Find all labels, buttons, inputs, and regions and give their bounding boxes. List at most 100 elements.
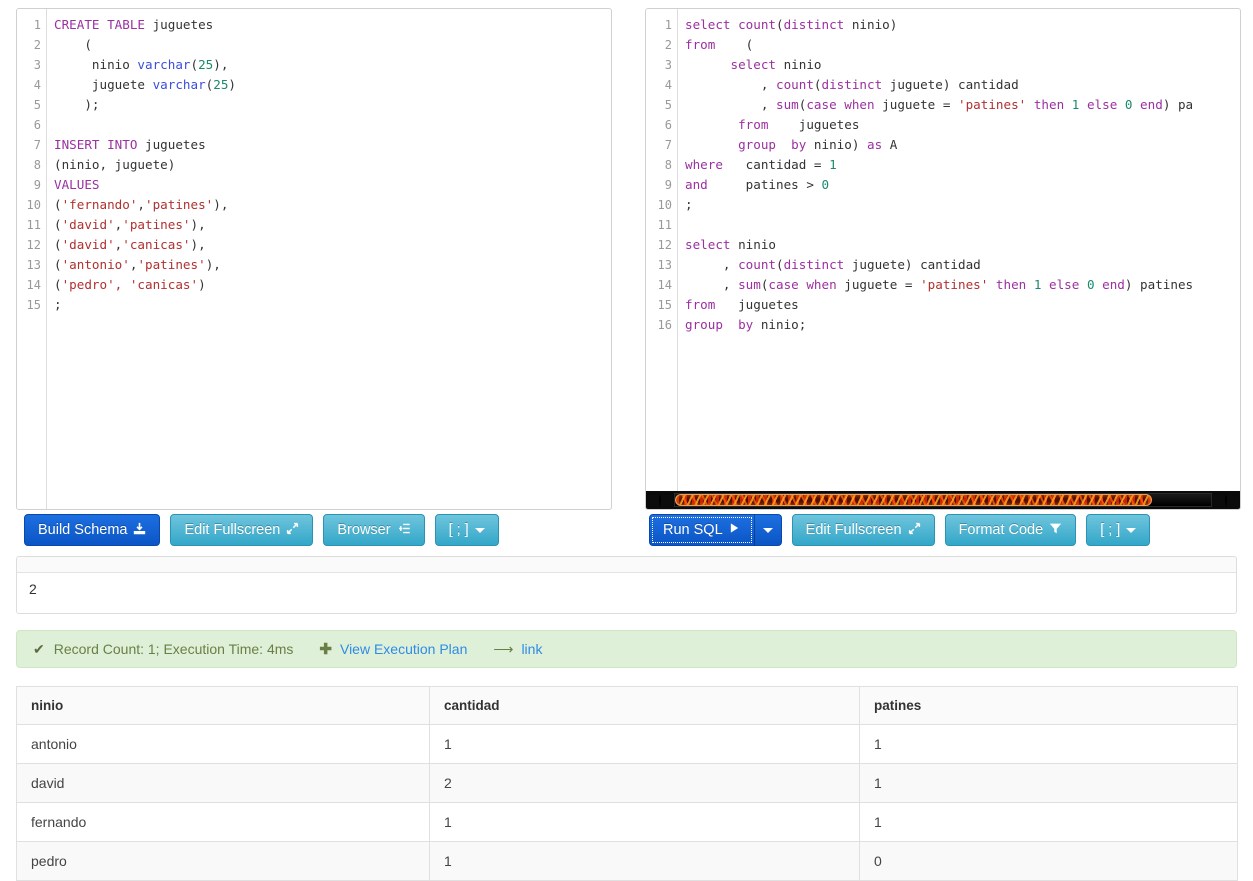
- code-token: ) pa: [1162, 97, 1194, 112]
- code-token: 'david': [61, 237, 115, 252]
- browser-button[interactable]: Browser: [323, 514, 425, 546]
- query-edit-fullscreen-label: Edit Fullscreen: [805, 522, 902, 538]
- code-token: select: [685, 237, 731, 252]
- code-token: group: [685, 317, 723, 332]
- table-row: fernando 1 1: [16, 802, 1238, 842]
- code-token: 'antonio': [61, 257, 130, 272]
- query-code-area[interactable]: select count(distinct ninio) from ( selec…: [679, 9, 1240, 509]
- code-token: );: [54, 97, 100, 112]
- run-sql-button[interactable]: Run SQL: [649, 514, 755, 546]
- code-token: ;: [54, 297, 62, 312]
- code-token: else: [1079, 97, 1118, 112]
- chevron-down-icon: [474, 527, 485, 533]
- code-token: 'patines': [920, 277, 989, 292]
- table-header-row: ninio cantidad patines: [16, 686, 1238, 725]
- table-row: antonio 1 1: [16, 724, 1238, 764]
- line-number: 8: [664, 158, 672, 172]
- scrollbar-thumb[interactable]: [675, 494, 1153, 506]
- line-number: 12: [26, 238, 41, 252]
- code-token: ),: [205, 257, 221, 272]
- run-sql-dropdown-button[interactable]: [753, 514, 782, 546]
- code-token: as: [867, 137, 883, 152]
- column-header-patines[interactable]: patines: [859, 686, 1238, 725]
- build-schema-label: Build Schema: [38, 522, 128, 538]
- code-token: from: [685, 37, 716, 52]
- code-token: ninio;: [753, 317, 807, 332]
- code-token: else: [1041, 277, 1080, 292]
- schema-panel[interactable]: 1 2 3 4 5 6 7 8 9 10 11 12 13 14 15 CREATE TABLE jugue…: [16, 8, 612, 510]
- code-line: group by ninio) as A: [685, 135, 1240, 155]
- line-number: 15: [657, 298, 672, 312]
- code-token: ;: [685, 197, 693, 212]
- code-token: sum: [738, 277, 761, 292]
- scroll-left-button[interactable]: [646, 493, 674, 507]
- code-token: patines >: [707, 177, 822, 192]
- code-token: (ninio, juguete): [54, 157, 176, 172]
- code-line: , sum(case when juguete = 'patines' then…: [685, 275, 1240, 295]
- code-token: ): [198, 277, 206, 292]
- schema-statement-terminator-button[interactable]: [ ; ]: [434, 514, 499, 546]
- code-line: and patines > 0: [685, 175, 1240, 195]
- table-row: pedro 1 0: [16, 841, 1238, 881]
- code-line: ('david','canicas'),: [54, 235, 611, 255]
- code-line: (: [54, 35, 611, 55]
- code-token: by: [738, 317, 754, 332]
- code-token: 'patines': [958, 97, 1027, 112]
- share-link[interactable]: link: [521, 641, 542, 657]
- schema-code-area[interactable]: CREATE TABLE juguetes ( ninio varchar(25…: [48, 9, 611, 509]
- scrollbar-track[interactable]: [674, 493, 1212, 507]
- column-header-ninio[interactable]: ninio: [16, 686, 430, 725]
- query-statement-terminator-button[interactable]: [ ; ]: [1086, 514, 1151, 546]
- code-token: (: [54, 217, 62, 232]
- line-number: 2: [664, 38, 672, 52]
- code-token: ninio: [730, 237, 776, 252]
- schema-edit-fullscreen-button[interactable]: Edit Fullscreen: [170, 514, 314, 546]
- table-row: david 2 1: [16, 763, 1238, 803]
- schema-toolbar: Build Schema Edit Fullscreen Browser [ ;…: [24, 514, 499, 548]
- line-number: 15: [26, 298, 41, 312]
- build-schema-button[interactable]: Build Schema: [24, 514, 161, 546]
- query-editor[interactable]: 1 2 3 4 5 6 7 8 9 10 11 12 13 14 15 16 select count(dis…: [646, 9, 1240, 509]
- code-token: juguete) cantidad: [882, 77, 1019, 92]
- results-table-head: ninio cantidad patines: [16, 686, 1238, 725]
- code-token: select: [685, 17, 739, 32]
- schema-editor[interactable]: 1 2 3 4 5 6 7 8 9 10 11 12 13 14 15 CREATE TABLE jugue…: [17, 9, 611, 509]
- table-cell: 1: [429, 802, 860, 842]
- code-token: 'patines': [122, 217, 191, 232]
- line-number: 3: [33, 58, 41, 72]
- line-number: 4: [664, 78, 672, 92]
- column-header-cantidad[interactable]: cantidad: [429, 686, 860, 725]
- query-panel[interactable]: 1 2 3 4 5 6 7 8 9 10 11 12 13 14 15 16 select count(dis…: [645, 8, 1241, 510]
- query-horizontal-scrollbar[interactable]: [646, 491, 1240, 509]
- chevron-down-icon: [762, 527, 773, 533]
- results-table: ninio cantidad patines antonio 1 1 david 2 1 fer…: [16, 686, 1238, 881]
- query-line-numbers: 1 2 3 4 5 6 7 8 9 10 11 12 13 14 15 16: [646, 9, 678, 509]
- line-number: 2: [33, 38, 41, 52]
- code-token: ninio): [844, 17, 898, 32]
- line-number: 6: [664, 118, 672, 132]
- schema-terminator-label: [ ; ]: [448, 522, 469, 538]
- code-line: , count(distinct juguete) cantidad: [685, 255, 1240, 275]
- code-token: ,: [137, 197, 146, 212]
- run-sql-split-button[interactable]: Run SQL: [649, 514, 782, 546]
- query-edit-fullscreen-button[interactable]: Edit Fullscreen: [791, 514, 935, 546]
- code-token: distinct: [821, 77, 883, 92]
- table-cell: 1: [859, 724, 1238, 764]
- code-line: ('fernando','patines'),: [54, 195, 611, 215]
- code-token: ,: [685, 77, 776, 92]
- code-token: end: [1094, 277, 1125, 292]
- view-execution-plan-link[interactable]: View Execution Plan: [340, 641, 467, 657]
- line-number: 11: [657, 218, 672, 232]
- table-cell: 1: [859, 802, 1238, 842]
- schema-edit-fullscreen-label: Edit Fullscreen: [184, 522, 281, 538]
- code-token: 'fernando': [61, 197, 138, 212]
- format-code-button[interactable]: Format Code: [944, 514, 1077, 546]
- table-cell: antonio: [16, 724, 430, 764]
- scroll-right-button[interactable]: [1212, 493, 1240, 507]
- code-token: VALUES: [54, 177, 100, 192]
- download-icon: [133, 522, 146, 539]
- code-token: case when: [806, 97, 875, 112]
- results-table-body: antonio 1 1 david 2 1 fernando 1 1 pedro 1 0: [16, 724, 1238, 881]
- code-token: varchar: [137, 57, 191, 72]
- code-token: juguetes: [768, 117, 860, 132]
